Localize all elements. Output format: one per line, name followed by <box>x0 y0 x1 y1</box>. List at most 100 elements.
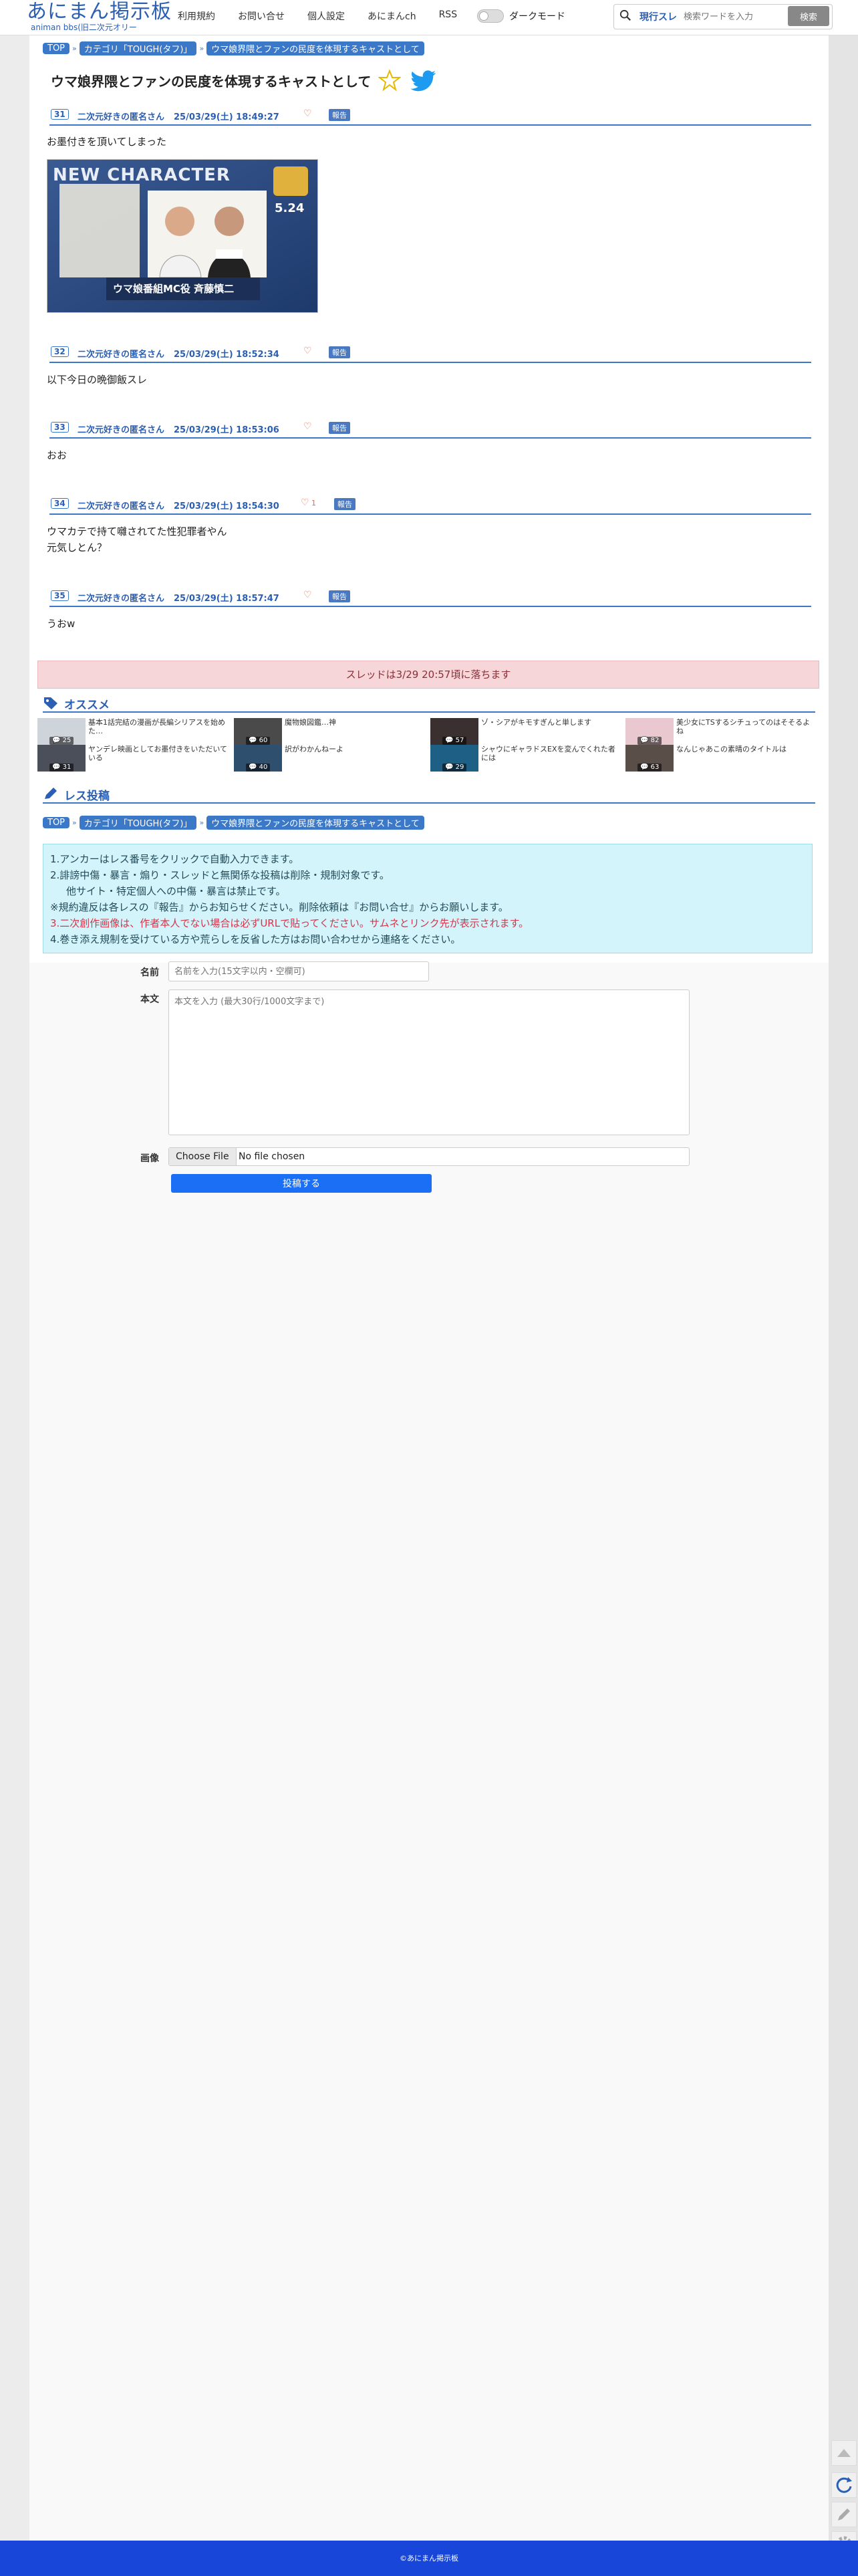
breadcrumb-separator: » <box>72 43 77 53</box>
recommend-item[interactable]: 💬 40 訳がわかんねーよ <box>234 745 428 772</box>
post-author: 二次元好きの匿名さん <box>78 425 165 435</box>
favorite-star-icon[interactable] <box>378 69 401 92</box>
pencil-icon <box>45 788 57 799</box>
recommend-count-value: 25 <box>62 737 72 744</box>
post-image-thumbnail[interactable]: NEW CHARACTER ウマ娘番組MC役 斉藤慎二 5.24 <box>47 159 318 313</box>
like-heart-icon[interactable]: ♡ <box>303 421 312 432</box>
post-date: 25/03/29(土) 18:54:30 <box>174 501 279 511</box>
recommend-count: 💬 57 <box>442 737 467 745</box>
post-author: 二次元好きの匿名さん <box>78 350 165 360</box>
breadcrumb-top[interactable]: TOP <box>43 42 70 54</box>
nav-animanch[interactable]: あにまんch <box>368 9 416 23</box>
reload-button[interactable] <box>831 2472 857 2498</box>
recommend-count-value: 40 <box>259 764 268 771</box>
post-body-line: 以下今日の晩御飯スレ <box>47 374 148 386</box>
pencil-icon <box>838 2508 850 2521</box>
breadcrumb-separator: » <box>199 818 204 827</box>
choose-file-button[interactable]: Choose File <box>169 1148 237 1165</box>
site-header: あにまん掲示板 animan bbs(旧二次元オリー 利用規約 お問い合せ 個人… <box>0 0 858 35</box>
breadcrumb-category[interactable]: カテゴリ「TOUGH(タフ)」 <box>79 41 197 55</box>
post-number[interactable]: 34 <box>51 498 69 509</box>
recommend-item[interactable]: 💬 82 美少女にTSするシチュってのはそそるよね <box>625 718 819 745</box>
breadcrumb-bottom: TOP » カテゴリ「TOUGH(タフ)」 » ウマ娘界隈とファンの民度を体現す… <box>43 815 427 830</box>
write-button[interactable] <box>831 2502 857 2527</box>
dark-mode-control: ダークモード <box>477 9 565 23</box>
posting-rules: 1.アンカーはレス番号をクリックで自動入力できます。 2.誹謗中傷・暴言・煽り・… <box>43 844 813 953</box>
recommend-item[interactable]: 💬 29 シャウにギャラドスEXを変んでくれた者には <box>430 745 624 772</box>
post-author: 二次元好きの匿名さん <box>78 594 165 604</box>
recommend-count-value: 60 <box>259 737 268 744</box>
breadcrumb-thread[interactable]: ウマ娘界隈とファンの民度を体現するキャストとして <box>206 41 424 55</box>
post-body-line: うおw <box>47 618 76 630</box>
post-author: 二次元好きの匿名さん <box>78 501 165 511</box>
post-body-line: 元気しとん？ <box>47 542 108 554</box>
like-heart-icon[interactable]: ♡ <box>303 346 312 356</box>
report-button[interactable]: 報告 <box>329 422 350 434</box>
post-number[interactable]: 35 <box>51 590 69 601</box>
image-label: 画像 <box>140 1153 159 1164</box>
reload-icon <box>836 2477 852 2493</box>
search-button[interactable]: 検索 <box>788 6 829 26</box>
report-button[interactable]: 報告 <box>329 109 350 121</box>
recommend-count: 💬 29 <box>442 764 467 772</box>
report-button[interactable]: 報告 <box>329 590 350 602</box>
recommend-count: 💬 60 <box>246 737 271 745</box>
breadcrumb-category[interactable]: カテゴリ「TOUGH(タフ)」 <box>79 815 197 830</box>
post-image-headline: NEW CHARACTER <box>53 165 231 185</box>
post-number[interactable]: 31 <box>51 109 69 120</box>
like-heart-icon[interactable]: ♡ <box>301 497 309 508</box>
body-textarea[interactable] <box>168 989 690 1135</box>
recommend-count-value: 57 <box>455 737 464 744</box>
post-image-caption: ウマ娘番組MC役 斉藤慎二 <box>113 283 235 295</box>
nav-contact[interactable]: お問い合せ <box>238 9 285 23</box>
search-icon <box>619 9 631 21</box>
recommend-item[interactable]: 💬 25 基本1話完結の漫画が長編シリアスを始めた… <box>37 718 231 745</box>
rule-line: 4.巻き添え規制を受けている方や荒らしを反省した方はお問い合わせから連絡をくださ… <box>50 933 461 945</box>
recommend-heading: オススメ <box>43 695 815 713</box>
recommend-item[interactable]: 💬 60 魔物娘図鑑…神 <box>234 718 428 745</box>
recommend-item[interactable]: 💬 63 なんじゃあこの素晴のタイトルは <box>625 745 819 772</box>
breadcrumb-top[interactable]: TOP <box>43 816 70 828</box>
recommend-title: 魔物娘図鑑…神 <box>285 718 336 727</box>
logo-text: あにまん掲示板 <box>27 0 172 23</box>
scroll-top-button[interactable] <box>831 2440 857 2466</box>
search-input[interactable] <box>682 7 785 26</box>
post-author: 二次元好きの匿名さん <box>78 112 165 122</box>
recommend-item[interactable]: 💬 31 ヤンデレ映画としてお墨付きをいただいている <box>37 745 231 772</box>
nav-rss[interactable]: RSS <box>439 9 458 23</box>
twitter-share-icon[interactable] <box>410 70 437 92</box>
recommend-item[interactable]: 💬 57 ゾ・シアがキモすぎんと単します <box>430 718 624 745</box>
post-number[interactable]: 33 <box>51 422 69 433</box>
report-button[interactable]: 報告 <box>329 346 350 358</box>
recommend-title: 訳がわかんねーよ <box>285 745 343 753</box>
recommend-title: 美少女にTSするシチュってのはそそるよね <box>676 718 811 735</box>
post-header: 34 二次元好きの匿名さん 25/03/29(土) 18:54:30 ♡ 1 報告 <box>49 496 811 515</box>
post-number[interactable]: 32 <box>51 346 69 357</box>
recommend-title: シャウにギャラドスEXを変んでくれた者には <box>481 745 615 762</box>
recommend-count-value: 82 <box>650 737 660 744</box>
post-body-line: おお <box>47 449 67 461</box>
like-heart-icon[interactable]: ♡ <box>303 590 312 600</box>
dark-mode-toggle[interactable] <box>477 9 504 23</box>
rule-line: 3.二次創作画像は、作者本人でない場合は必ずURLで貼ってください。サムネとリン… <box>50 917 529 929</box>
name-input[interactable] <box>168 961 429 981</box>
submit-post-button[interactable]: 投稿する <box>171 1174 432 1193</box>
site-logo[interactable]: あにまん掲示板 animan bbs(旧二次元オリー <box>27 0 172 33</box>
nav-terms[interactable]: 利用規約 <box>178 9 215 23</box>
post-date: 25/03/29(土) 18:52:34 <box>174 350 279 360</box>
rule-line: ※規約違反は各レスの『報告』からお知らせください。削除依頼は『お問い合せ』からお… <box>50 901 509 913</box>
post-body-line: ウマカテで持て囃されてた性犯罪者やん <box>47 525 227 538</box>
post-date: 25/03/29(土) 18:53:06 <box>174 425 279 435</box>
post-header: 31 二次元好きの匿名さん 25/03/29(土) 18:49:27 ♡ 報告 <box>49 107 811 126</box>
thread-ended-notice: スレッドは3/29 20:57頃に落ちます <box>37 661 819 689</box>
post-body: うおw <box>47 616 75 632</box>
image-file-input: Choose File No file chosen <box>168 1147 690 1166</box>
nav-settings[interactable]: 個人設定 <box>307 9 345 23</box>
like-heart-icon[interactable]: ♡ <box>303 108 312 119</box>
like-count: 1 <box>311 499 316 507</box>
recommend-heading-text: オススメ <box>64 699 110 712</box>
search-scope-select[interactable]: 現行スレ <box>639 10 677 23</box>
report-button[interactable]: 報告 <box>334 498 355 510</box>
breadcrumb-thread[interactable]: ウマ娘界隈とファンの民度を体現するキャストとして <box>206 815 424 830</box>
post-body-line: お墨付きを頂いてしまった <box>47 136 166 148</box>
